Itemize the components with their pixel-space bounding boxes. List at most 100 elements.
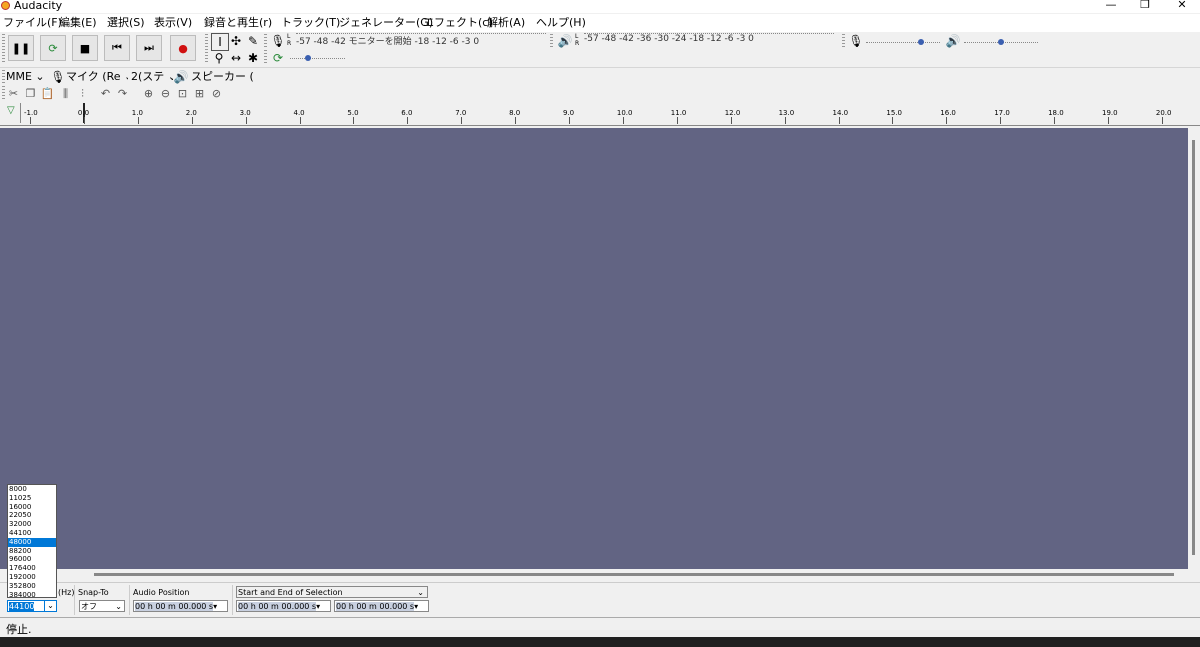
toolbar-grip[interactable] [2, 34, 5, 64]
timeshift-tool-icon[interactable]: ↔ [228, 50, 244, 66]
divider [20, 103, 21, 123]
toolbar-grip[interactable] [264, 34, 267, 48]
ruler-tick-label: 6.0 [401, 109, 413, 117]
output-volume-thumb[interactable] [998, 39, 1004, 45]
vertical-scroll-thumb[interactable] [1192, 140, 1195, 555]
ruler-tick [83, 117, 85, 124]
divider [129, 585, 130, 615]
rate-option[interactable]: 96000 [8, 555, 56, 564]
rate-option[interactable]: 11025 [8, 494, 56, 503]
redo-icon[interactable]: ↷ [115, 86, 130, 101]
record-meter[interactable]: -57 -48 -42 モニターを開始 -18 -12 -6 -3 0 [296, 33, 546, 48]
play-at-speed-icon[interactable]: ⟳ [270, 50, 286, 66]
snap-to-select[interactable]: オフ ⌄ [79, 600, 125, 612]
copy-icon[interactable]: ❐ [23, 86, 38, 101]
envelope-tool-icon[interactable]: ✣ [228, 33, 244, 49]
selection-tool-icon[interactable]: I [211, 33, 229, 51]
input-volume-slider[interactable] [866, 42, 940, 43]
close-icon[interactable]: ✕ [1167, 0, 1197, 12]
speed-slider[interactable] [290, 58, 345, 59]
rate-option[interactable]: 16000 [8, 503, 56, 512]
divider [74, 585, 75, 615]
rate-option[interactable]: 48000 [8, 537, 56, 547]
draw-tool-icon[interactable]: ✎ [245, 33, 261, 49]
selection-mode-select[interactable]: Start and End of Selection ⌄ [236, 586, 428, 598]
undo-icon[interactable]: ↶ [98, 86, 113, 101]
rate-option[interactable]: 192000 [8, 573, 56, 582]
chevron-down-icon[interactable]: ⌄ [44, 600, 56, 611]
ruler-tick [245, 117, 247, 124]
menu-bar: ファイル(F) 編集(E) 選択(S) 表示(V) 録音と再生(r) トラック(… [0, 14, 1200, 32]
menu-analyze[interactable]: 解析(A) [487, 15, 525, 31]
rate-option[interactable]: 44100 [8, 529, 56, 538]
speaker-icon[interactable]: 🔊 [557, 33, 573, 49]
trim-icon[interactable]: ⫼ [58, 86, 73, 101]
microphone-icon[interactable]: 🎙 [270, 33, 286, 49]
rate-option[interactable]: 384000 [8, 591, 56, 600]
input-device-select[interactable]: マイク (Re ⌄ [66, 70, 128, 84]
zoom-in-icon[interactable]: ⊕ [141, 86, 156, 101]
speed-slider-thumb[interactable] [305, 55, 311, 61]
ruler-tick-label: 20.0 [1155, 109, 1172, 117]
zoom-toggle-icon[interactable]: ⊘ [209, 86, 224, 101]
rate-option[interactable]: 176400 [8, 564, 56, 573]
multi-tool-icon[interactable]: ✱ [245, 50, 261, 66]
toolbar-grip[interactable] [550, 34, 553, 48]
silence-icon[interactable]: ⫶ [75, 86, 90, 101]
skip-start-button[interactable]: ⏮ [104, 35, 130, 61]
menu-transport[interactable]: 録音と再生(r) [204, 15, 272, 31]
audio-position-time[interactable]: 00 h 00 m 00.000 s▾ [133, 600, 228, 612]
output-device-select[interactable]: スピーカー ( ⌄ [191, 70, 253, 84]
rate-option[interactable]: 8000 [8, 485, 56, 494]
rate-option[interactable]: 352800 [8, 582, 56, 591]
selection-start-time[interactable]: 00 h 00 m 00.000 s▾ [236, 600, 331, 612]
toolbar-grip[interactable] [264, 50, 267, 64]
menu-tracks[interactable]: トラック(T) [281, 15, 340, 31]
fit-selection-icon[interactable]: ⊡ [175, 86, 190, 101]
channels-select[interactable]: 2(ステ ⌄ [131, 70, 173, 84]
project-rate-dropdown[interactable]: 8000 11025 16000 22050 32000 44100 48000 88200 9… [7, 484, 57, 600]
ruler-tick-label: 12.0 [724, 109, 741, 117]
rate-option[interactable]: 88200 [8, 547, 56, 556]
timeline-ruler[interactable]: ▽ -1.0 0.0 1.0 2.0 3.0 4.0 5.0 6.0 7.0 8.0 9.0 10.0… [0, 103, 1200, 126]
menu-effect[interactable]: エフェクト(c) [423, 15, 493, 31]
toolbar-grip[interactable] [2, 86, 5, 100]
zoom-out-icon[interactable]: ⊖ [158, 86, 173, 101]
cut-icon[interactable]: ✂ [6, 86, 21, 101]
ruler-tick-label: 9.0 [563, 109, 575, 117]
project-rate-select[interactable]: 44100 ⌄ [7, 600, 57, 612]
menu-help[interactable]: ヘルプ(H) [536, 15, 586, 31]
menu-generate[interactable]: ジェネレーター(G) [339, 15, 433, 31]
toolbar-grip[interactable] [205, 34, 208, 64]
menu-file[interactable]: ファイル(F) [3, 15, 62, 31]
ruler-tick-label: 1.0 [131, 109, 143, 117]
play-meter[interactable]: -57 -48 -42 -36 -30 -24 -18 -12 -6 -3 0 [584, 33, 834, 48]
track-area[interactable] [0, 128, 1188, 569]
menu-view[interactable]: 表示(V) [154, 15, 192, 31]
loop-play-button[interactable]: ⟳ [40, 35, 66, 61]
rate-option[interactable]: 32000 [8, 520, 56, 529]
stop-button[interactable]: ■ [72, 35, 98, 61]
horizontal-scroll-thumb[interactable] [94, 573, 1174, 576]
rate-option[interactable]: 22050 [8, 511, 56, 520]
skip-end-button[interactable]: ⏭ [136, 35, 162, 61]
pause-button[interactable]: ❚❚ [8, 35, 34, 61]
ruler-tick [784, 117, 786, 124]
paste-icon[interactable]: 📋 [40, 86, 55, 101]
ruler-tick-label: 7.0 [455, 109, 467, 117]
toolbar-grip[interactable] [842, 34, 845, 48]
ruler-tick [946, 117, 948, 124]
zoom-tool-icon[interactable]: ⚲ [211, 50, 227, 66]
selection-end-time[interactable]: 00 h 00 m 00.000 s▾ [334, 600, 429, 612]
selection-toolbar: (Hz) Snap-To オフ ⌄ Audio Position 00 h 00 … [0, 582, 1200, 617]
menu-edit[interactable]: 編集(E) [59, 15, 97, 31]
maximize-icon[interactable]: ❐ [1130, 0, 1160, 12]
menu-select[interactable]: 選択(S) [107, 15, 145, 31]
minimize-icon[interactable]: — [1096, 0, 1126, 12]
fit-project-icon[interactable]: ⊞ [192, 86, 207, 101]
input-volume-thumb[interactable] [918, 39, 924, 45]
record-button[interactable]: ● [170, 35, 196, 61]
toolbar-grip[interactable] [2, 70, 5, 84]
timeline-options-icon[interactable]: ▽ [7, 105, 15, 116]
audio-host-select[interactable]: MME ⌄ [6, 70, 46, 84]
